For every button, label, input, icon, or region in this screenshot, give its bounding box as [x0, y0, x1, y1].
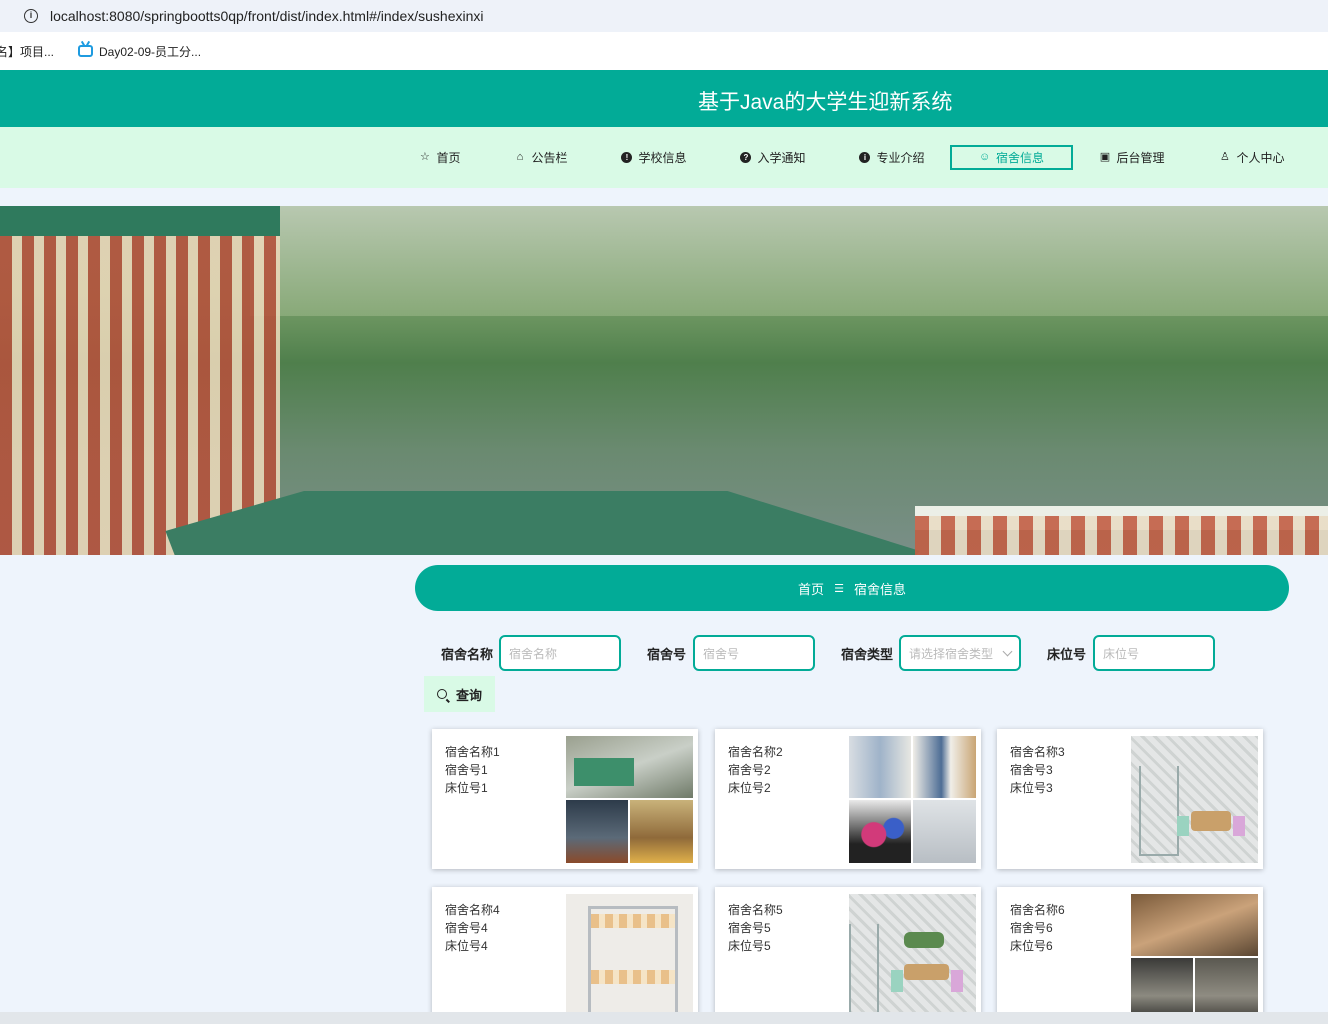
dorm-card-number: 宿舍号2: [728, 763, 771, 777]
dorm-card-text: 宿舍名称2 宿舍号2 床位号2: [728, 743, 783, 797]
dorm-card[interactable]: 宿舍名称4 宿舍号4 床位号4: [432, 887, 698, 1024]
nav-item-admin[interactable]: ▣ 后台管理: [1092, 145, 1172, 170]
dorm-type-select[interactable]: 请选择宿舍类型: [899, 635, 1021, 671]
dorm-card[interactable]: 宿舍名称6 宿舍号6 床位号6: [997, 887, 1263, 1024]
search-icon: [436, 689, 447, 699]
dorm-name-label: 宿舍名称: [441, 647, 494, 662]
nav-label: 专业介绍: [876, 151, 925, 165]
banner-carousel[interactable]: [0, 206, 1328, 555]
dorm-card-name: 宿舍名称5: [728, 903, 783, 917]
bookmarks-bar: 名】项目... Day02-09-员工分...: [0, 32, 1328, 70]
bed-number-label: 床位号: [1047, 647, 1087, 662]
dorm-card[interactable]: 宿舍名称3 宿舍号3 床位号3: [997, 729, 1263, 869]
url-text[interactable]: localhost:8080/springbootts0qp/front/dis…: [50, 8, 483, 24]
banner-roof: [0, 206, 280, 236]
dorm-card-bed: 床位号6: [1010, 939, 1053, 953]
dorm-card-number: 宿舍号6: [1010, 921, 1053, 935]
chevron-down-icon: [1002, 646, 1013, 657]
info-icon: i: [859, 152, 871, 163]
breadcrumb-current: 宿舍信息: [853, 581, 906, 597]
dorm-card-image: [849, 736, 976, 863]
dorm-card-bed: 床位号1: [445, 781, 488, 795]
bed-number-input[interactable]: 床位号: [1093, 635, 1215, 671]
site-info-icon[interactable]: i: [24, 9, 38, 23]
dorm-card-name: 宿舍名称2: [728, 745, 783, 759]
dorm-card-bed: 床位号5: [728, 939, 771, 953]
breadcrumb: 首页 ☰ 宿舍信息: [415, 565, 1289, 611]
dorm-card-text: 宿舍名称5 宿舍号5 床位号5: [728, 901, 783, 955]
dorm-card-bed: 床位号4: [445, 939, 488, 953]
dorm-card-bed: 床位号2: [728, 781, 771, 795]
nav-label: 公告栏: [531, 151, 568, 165]
dorm-card-text: 宿舍名称1 宿舍号1 床位号1: [445, 743, 500, 797]
nav-label: 个人中心: [1236, 151, 1285, 165]
nav-item-admission[interactable]: ? 入学通知: [733, 145, 813, 170]
dorm-card-name: 宿舍名称3: [1010, 745, 1065, 759]
dorm-card-image: [849, 894, 976, 1021]
dorm-card-name: 宿舍名称4: [445, 903, 500, 917]
main-nav: ☆ 首页 ⌂ 公告栏 ! 学校信息 ? 入学通知 i 专业介绍 ☺ 宿舍信息 ▣…: [0, 127, 1328, 188]
breadcrumb-home[interactable]: 首页: [798, 579, 824, 598]
dorm-card-number: 宿舍号4: [445, 921, 488, 935]
banner-building: [915, 516, 1328, 555]
dorm-type-placeholder: 请选择宿舍类型: [909, 646, 994, 661]
query-button[interactable]: 查询: [424, 676, 495, 712]
nav-item-major[interactable]: i 专业介绍: [852, 145, 932, 170]
horizontal-scrollbar[interactable]: [0, 1012, 1328, 1024]
dorm-number-input[interactable]: 宿舍号: [693, 635, 815, 671]
dorm-card[interactable]: 宿舍名称2 宿舍号2 床位号2: [715, 729, 981, 869]
site-header: 基于Java的大学生迎新系统: [0, 70, 1328, 127]
nav-item-profile[interactable]: ♙ 个人中心: [1212, 145, 1292, 170]
info-icon: !: [621, 152, 633, 163]
nav-label: 入学通知: [757, 151, 806, 165]
nav-item-notice[interactable]: ⌂ 公告栏: [508, 145, 574, 170]
dorm-name-input[interactable]: 宿舍名称: [499, 635, 621, 671]
dorm-card-image: [1131, 894, 1258, 1021]
user-icon: ♙: [1220, 151, 1230, 163]
banner-building: [0, 206, 280, 555]
dorm-card-number: 宿舍号1: [445, 763, 488, 777]
site-title: 基于Java的大学生迎新系统: [698, 91, 953, 114]
nav-item-home[interactable]: ☆ 首页: [412, 145, 468, 170]
breadcrumb-separator-icon: ☰: [834, 582, 844, 595]
dorm-card-number: 宿舍号5: [728, 921, 771, 935]
dorm-card-name: 宿舍名称1: [445, 745, 500, 759]
dorm-card-image: [566, 894, 693, 1021]
dorm-number-placeholder: 宿舍号: [703, 646, 740, 661]
bookmark-item[interactable]: 名】项目...: [0, 43, 54, 60]
dorm-card[interactable]: 宿舍名称5 宿舍号5 床位号5: [715, 887, 981, 1024]
dorm-card-image: [566, 736, 693, 863]
nav-label: 宿舍信息: [995, 151, 1044, 165]
dorm-card-text: 宿舍名称4 宿舍号4 床位号4: [445, 901, 500, 955]
star-icon: ☆: [420, 151, 430, 163]
address-bar[interactable]: i localhost:8080/springbootts0qp/front/d…: [0, 0, 1328, 32]
dorm-card[interactable]: 宿舍名称1 宿舍号1 床位号1: [432, 729, 698, 869]
dorm-name-placeholder: 宿舍名称: [509, 646, 558, 661]
dorm-type-label: 宿舍类型: [841, 647, 894, 662]
dorm-card-name: 宿舍名称6: [1010, 903, 1065, 917]
bookmark-item[interactable]: Day02-09-员工分...: [78, 43, 201, 60]
nav-label: 后台管理: [1116, 151, 1165, 165]
nav-label: 学校信息: [638, 151, 687, 165]
briefcase-icon: ▣: [1099, 151, 1111, 163]
bag-icon: ⌂: [516, 151, 524, 163]
dorm-card-text: 宿舍名称3 宿舍号3 床位号3: [1010, 743, 1065, 797]
banner-background: [250, 206, 1328, 316]
bed-number-placeholder: 床位号: [1103, 646, 1140, 661]
dorm-number-label: 宿舍号: [647, 647, 687, 662]
dorm-card-bed: 床位号3: [1010, 781, 1053, 795]
nav-label: 首页: [436, 151, 461, 165]
question-icon: ?: [740, 152, 752, 163]
bilibili-icon: [78, 45, 94, 57]
query-button-label: 查询: [455, 687, 482, 703]
nav-item-school-info[interactable]: ! 学校信息: [614, 145, 694, 170]
bookmark-label: Day02-09-员工分...: [99, 44, 202, 59]
dorm-card-image: [1131, 736, 1258, 863]
nav-item-dorm-info[interactable]: ☺ 宿舍信息: [950, 145, 1073, 170]
smile-icon: ☺: [978, 151, 991, 163]
dorm-card-text: 宿舍名称6 宿舍号6 床位号6: [1010, 901, 1065, 955]
dorm-card-number: 宿舍号3: [1010, 763, 1053, 777]
